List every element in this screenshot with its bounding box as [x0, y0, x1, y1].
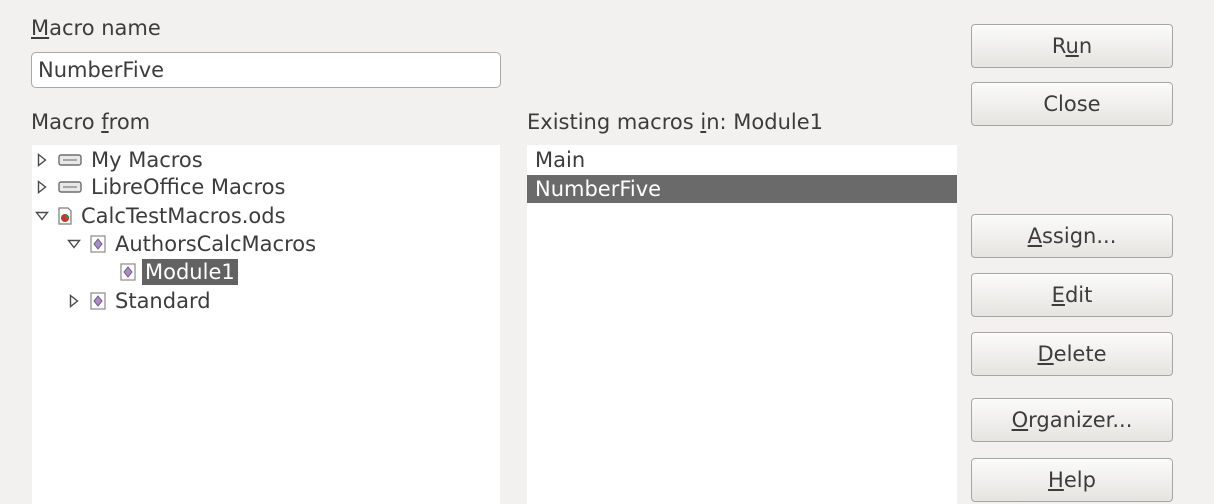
- macro-list-item[interactable]: NumberFive: [527, 175, 957, 203]
- macro-library-tree[interactable]: My Macros LibreOffice Macros CalcTestMacro…: [32, 145, 500, 504]
- macro-from-label: Macro from: [31, 110, 151, 134]
- library-icon: [58, 153, 82, 167]
- tree-item[interactable]: My Macros: [34, 146, 206, 174]
- spreadsheet-doc-icon: [58, 207, 72, 225]
- organizer-button[interactable]: Organizer...: [971, 398, 1173, 442]
- tree-item[interactable]: CalcTestMacros.ods: [34, 202, 289, 230]
- tree-item-label: AuthorsCalcMacros: [115, 232, 317, 256]
- collapsed-arrow-icon[interactable]: [34, 153, 50, 167]
- expanded-arrow-icon[interactable]: [34, 211, 50, 221]
- collapsed-arrow-icon[interactable]: [66, 294, 82, 308]
- edit-button[interactable]: Edit: [971, 273, 1173, 317]
- basic-library-icon: [90, 292, 106, 310]
- close-button[interactable]: Close: [971, 82, 1173, 126]
- existing-macros-label: Existing macros in: Module1: [527, 110, 824, 134]
- library-icon: [58, 180, 82, 194]
- expanded-arrow-icon[interactable]: [66, 239, 82, 249]
- macro-selector-dialog: Macro name Macro from Existing macros in…: [0, 0, 1214, 504]
- basic-library-icon: [90, 235, 106, 253]
- tree-item-label: My Macros: [91, 148, 203, 172]
- assign-button[interactable]: Assign...: [971, 214, 1173, 258]
- macro-name-label: Macro name: [31, 16, 161, 40]
- basic-module-icon: [120, 263, 136, 281]
- run-button[interactable]: Run: [971, 24, 1173, 68]
- macro-name-input[interactable]: [31, 52, 501, 88]
- tree-item-label: LibreOffice Macros: [91, 175, 286, 199]
- tree-item[interactable]: AuthorsCalcMacros: [66, 230, 319, 258]
- collapsed-arrow-icon[interactable]: [34, 180, 50, 194]
- tree-item-label: Standard: [115, 289, 211, 313]
- tree-item[interactable]: Standard: [66, 287, 214, 315]
- tree-item-label: CalcTestMacros.ods: [81, 204, 286, 228]
- tree-item[interactable]: LibreOffice Macros: [34, 173, 288, 201]
- macro-list-item[interactable]: Main: [527, 146, 957, 174]
- delete-button[interactable]: Delete: [971, 332, 1173, 376]
- help-button[interactable]: Help: [971, 458, 1173, 502]
- tree-item[interactable]: Module1: [96, 258, 238, 286]
- tree-item-label: Module1: [142, 259, 238, 285]
- existing-macros-list[interactable]: Main NumberFive: [527, 145, 957, 504]
